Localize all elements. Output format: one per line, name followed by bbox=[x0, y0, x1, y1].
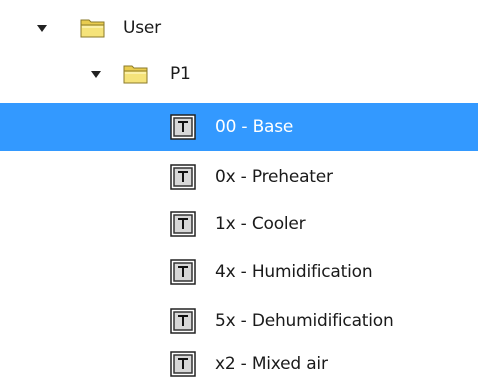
tree-item-00-base[interactable]: 00 - Base bbox=[0, 103, 478, 151]
folder-icon bbox=[123, 63, 149, 85]
template-icon bbox=[170, 351, 196, 377]
tree-item-label: x2 - Mixed air bbox=[215, 354, 328, 374]
template-icon bbox=[170, 259, 196, 285]
tree-view: User P1 00 - Base 0x - Preheater 1x - Co… bbox=[0, 0, 478, 385]
tree-item-x2-mixed-air[interactable]: x2 - Mixed air bbox=[0, 340, 478, 388]
folder-icon bbox=[80, 17, 106, 39]
tree-item-label: 5x - Dehumidification bbox=[215, 311, 394, 331]
tree-node-label: P1 bbox=[170, 64, 191, 84]
tree-node-p1[interactable]: P1 bbox=[0, 50, 478, 98]
template-icon bbox=[170, 211, 196, 237]
expand-arrow-icon[interactable] bbox=[37, 25, 47, 32]
tree-item-4x-humidification[interactable]: 4x - Humidification bbox=[0, 248, 478, 296]
tree-item-5x-dehumidification[interactable]: 5x - Dehumidification bbox=[0, 297, 478, 345]
tree-item-1x-cooler[interactable]: 1x - Cooler bbox=[0, 200, 478, 248]
tree-item-label: 00 - Base bbox=[215, 117, 294, 137]
template-icon bbox=[170, 164, 196, 190]
tree-item-label: 1x - Cooler bbox=[215, 214, 306, 234]
expand-arrow-icon[interactable] bbox=[91, 71, 101, 78]
template-icon bbox=[170, 308, 196, 334]
tree-item-0x-preheater[interactable]: 0x - Preheater bbox=[0, 153, 478, 201]
tree-node-user[interactable]: User bbox=[0, 4, 478, 52]
tree-node-label: User bbox=[123, 18, 161, 38]
template-icon bbox=[170, 114, 196, 140]
tree-item-label: 4x - Humidification bbox=[215, 262, 373, 282]
tree-item-label: 0x - Preheater bbox=[215, 167, 333, 187]
